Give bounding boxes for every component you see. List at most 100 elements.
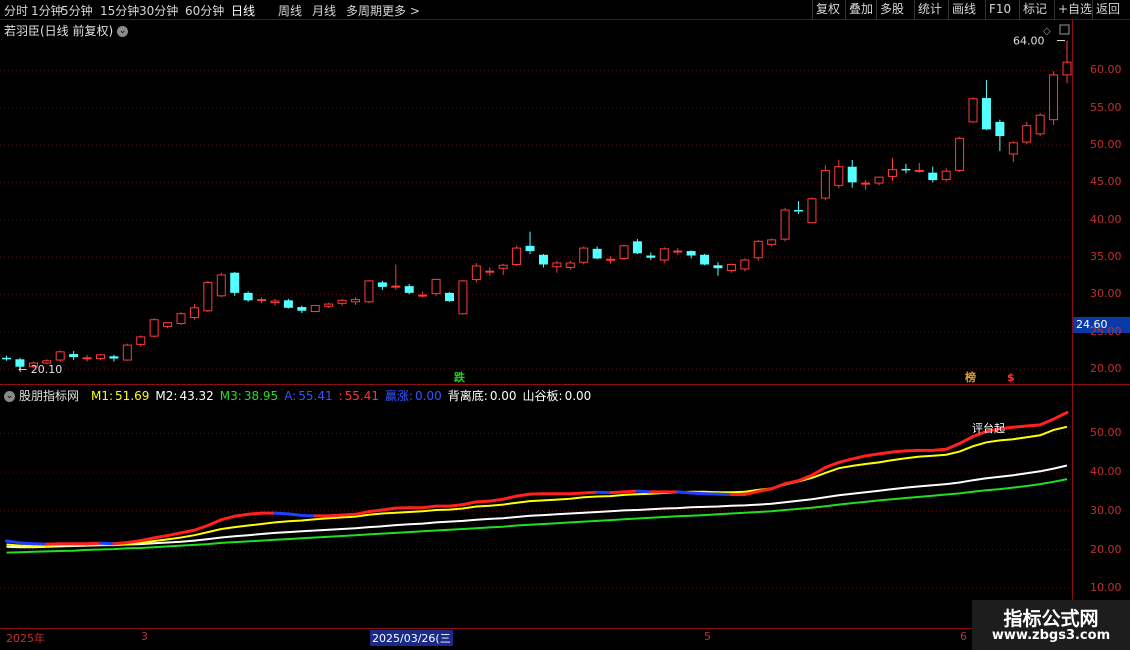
candle-body [351,299,361,303]
a-line-segment [850,454,868,461]
candle-body [874,176,884,184]
date-axis: 2025年 3 2025/03/26(三 5 6 [0,628,1072,646]
a-line-segment [233,512,250,518]
a-line-segment [515,492,532,498]
candle-body [606,258,616,261]
a-line-segment [125,539,143,545]
candle-body [55,351,65,361]
candle-body [981,98,991,130]
candle-body [149,319,159,337]
candle-body [673,250,683,253]
m1-line [6,425,1068,547]
a-line-segment [958,434,975,445]
a-line-segment [568,491,586,496]
kline-chart[interactable]: 64.00 ← 20.10 跌 榜 $ 评台起 ◇ [0,0,1130,650]
a-line-segment [877,450,894,456]
candle-body [458,280,468,315]
a-line-segment [676,490,693,495]
candle-body [444,292,454,302]
a-line-segment [1038,417,1056,427]
annotation-label: 评台起 [972,421,1005,435]
date-label: 5 [704,630,711,643]
candle-body [538,254,548,265]
candle-body [955,137,965,171]
a-line-segment [380,506,398,512]
max-price-label: 64.00 [1013,35,1045,48]
a-line-segment [354,510,371,516]
a-line-segment [340,512,358,517]
candle-body [163,322,173,327]
drop-marker: 跌 [454,370,466,384]
a-line-segment [1025,423,1042,428]
candle-body [203,281,213,312]
a-line-segment [461,500,478,507]
candle-body [941,170,951,180]
candle-body [512,247,522,265]
candle-body [1049,74,1059,121]
a-line-segment [219,514,237,522]
candle-body [189,307,199,318]
a-line-segment [770,482,787,491]
candle-body [431,278,441,295]
a-line-segment [286,512,304,517]
site-watermark: 指标公式网 www.zbgs3.com [972,600,1130,650]
candle-body [995,121,1005,137]
candle-body [310,305,320,313]
candle-body [552,262,562,268]
candle-body [1062,61,1072,76]
min-price-label: ← 20.10 [18,363,62,376]
a-line-segment [273,511,290,516]
a-line-segment [206,518,223,528]
candle-body [914,169,924,172]
a-line-segment [488,497,505,503]
candle-body [700,254,710,265]
candle-body [176,313,186,324]
date-label: 2025年 [6,632,45,645]
a-line-segment [246,511,264,516]
candle-body [767,239,777,245]
candle-body [686,251,696,256]
candle-body [968,98,978,123]
candle-body [82,357,92,360]
candle-body [230,272,240,293]
a-line-segment [166,531,183,538]
candle-body [646,255,656,258]
a-line-segment [367,508,384,514]
a-line-segment [689,491,707,496]
candle-body [1022,125,1032,143]
a-line-segment [823,460,841,469]
candle-body [780,209,790,240]
candle-body [109,356,119,359]
a-line-segment [609,490,626,495]
a-line-segment [327,513,344,518]
candle-body [283,300,293,308]
candle-body [136,336,146,345]
a-line-segment [474,499,492,504]
a-line-segment [179,528,196,535]
candle-body [498,264,508,269]
watermark-title: 指标公式网 [1003,608,1099,630]
candle-body [565,262,575,268]
date-cursor-label: 2025/03/26(三 [370,630,453,646]
a-line-segment [112,541,129,546]
candle-body [404,286,414,293]
candle-body [740,259,750,270]
a-line-segment [192,524,210,532]
a-line-segment [944,441,962,451]
candle-body [418,294,428,297]
candle-body [632,241,642,254]
a-line-segment [501,494,519,501]
candle-body [794,209,804,212]
candle-body [2,357,11,360]
candle-body [243,292,253,301]
a-line-segment [622,489,639,494]
candle-body [122,344,132,361]
a-line-segment [635,489,653,494]
candle-body [834,166,844,186]
a-line-segment [139,536,156,543]
candle-body [324,303,334,307]
candle-body [901,168,911,171]
a-line-segment [447,503,465,508]
candle-body [753,240,763,259]
candle-body [69,354,79,358]
